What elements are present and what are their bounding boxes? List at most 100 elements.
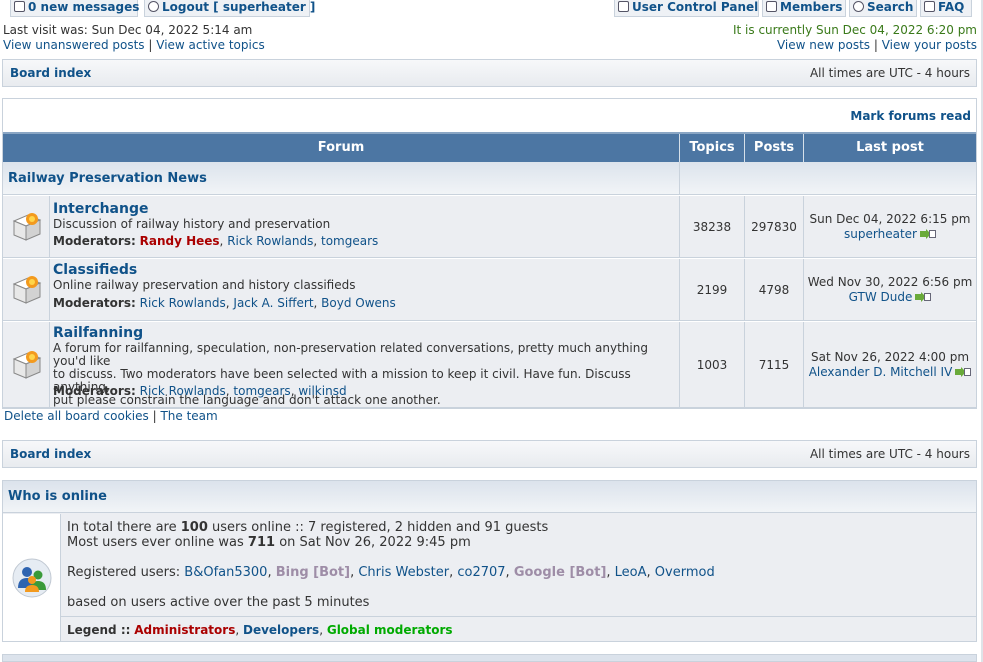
posts-count: 297830: [751, 220, 797, 234]
user-link[interactable]: Bing [Bot]: [276, 565, 350, 580]
separator: |: [148, 38, 153, 52]
user-control-panel-link[interactable]: User Control Panel: [614, 0, 759, 17]
user-link[interactable]: Google [Bot]: [514, 565, 607, 580]
timezone-text: All times are UTC - 4 hours: [809, 66, 970, 80]
members-link[interactable]: Members: [762, 0, 846, 17]
forum-moderators: Moderators: Rick Rowlands, tomgears, wil…: [53, 384, 347, 398]
logout-link[interactable]: Logout [ superheater ]: [144, 0, 315, 17]
current-time-text: It is currently Sun Dec 04, 2022 6:20 pm: [733, 23, 977, 37]
header-last-post: Last post: [856, 140, 924, 155]
category-link[interactable]: Railway Preservation News: [8, 171, 207, 186]
forum-moderators: Moderators: Rick Rowlands, Jack A. Siffe…: [53, 296, 396, 310]
the-team-link[interactable]: The team: [160, 409, 217, 423]
next-panel-edge: [2, 654, 977, 662]
moderator-link[interactable]: Randy Hees: [140, 234, 220, 248]
forum-icon-cell: [3, 322, 49, 407]
header-posts: Posts: [753, 140, 795, 155]
separator: |: [873, 38, 878, 52]
legend-global-moderators-link[interactable]: Global moderators: [327, 623, 453, 637]
total-online-text: In total there are 100 users online :: 7…: [67, 520, 549, 535]
new-messages-link[interactable]: 0 new messages: [10, 0, 139, 17]
user-control-panel-icon: [618, 1, 629, 12]
forum-description: Discussion of railway history and preser…: [53, 217, 331, 231]
moderators-label: Moderators:: [53, 384, 136, 398]
forum-title-link[interactable]: Classifieds: [53, 262, 137, 278]
moderator-link[interactable]: Rick Rowlands: [227, 234, 313, 248]
view-your-posts-link[interactable]: View your posts: [882, 38, 977, 52]
search-icon: [853, 1, 864, 12]
logout-icon: [148, 1, 159, 12]
divider: [679, 162, 680, 195]
forum-title-link[interactable]: Interchange: [53, 201, 148, 217]
envelope-icon: [14, 1, 25, 12]
board-index-link[interactable]: Board index: [10, 447, 91, 461]
user-link[interactable]: Overmod: [655, 565, 715, 580]
user-link[interactable]: LeoA: [615, 565, 647, 580]
go-to-post-icon[interactable]: [955, 367, 972, 377]
view-new-posts-link[interactable]: View new posts: [777, 38, 870, 52]
members-icon: [766, 1, 777, 12]
legend-developers-link[interactable]: Developers: [243, 623, 319, 637]
forum-row: Interchange Discussion of railway histor…: [3, 196, 976, 258]
timezone-text: All times are UTC - 4 hours: [809, 447, 970, 461]
forum-title-link[interactable]: Railfanning: [53, 325, 143, 341]
faq-link[interactable]: FAQ: [920, 0, 972, 17]
forum-row: Railfanning A forum for railfanning, spe…: [3, 322, 976, 408]
moderator-link[interactable]: Boyd Owens: [321, 296, 396, 310]
faq-icon: [924, 1, 935, 12]
top-navigation: 0 new messages Logout [ superheater ] Us…: [0, 0, 983, 18]
last-post-author-link[interactable]: Alexander D. Mitchell IV: [809, 365, 953, 379]
topics-count: 2199: [696, 283, 728, 297]
board-index-link[interactable]: Board index: [10, 66, 91, 80]
posts-count: 7115: [758, 358, 790, 372]
forum-row: Classifieds Online railway preservation …: [3, 259, 976, 321]
forum-info: Interchange Discussion of railway histor…: [49, 196, 679, 257]
last-post-cell: Sat Nov 26, 2022 4:00 pm Alexander D. Mi…: [804, 350, 976, 380]
most-online-text: Most users ever online was 711 on Sat No…: [67, 535, 471, 550]
last-post-author-link[interactable]: superheater: [844, 227, 917, 241]
legend-row: Legend :: Administrators, Developers, Gl…: [61, 616, 976, 641]
moderator-link[interactable]: tomgears: [321, 234, 378, 248]
delete-cookies-link[interactable]: Delete all board cookies: [4, 409, 149, 423]
last-post-cell: Sun Dec 04, 2022 6:15 pm superheater: [804, 212, 976, 242]
forum-info: Classifieds Online railway preservation …: [49, 259, 679, 320]
moderator-link[interactable]: wilkinsd: [298, 384, 346, 398]
forum-icon-cell: [3, 259, 49, 320]
user-link[interactable]: Chris Webster: [358, 565, 449, 580]
last-post-date: Sun Dec 04, 2022 6:15 pm: [809, 212, 971, 226]
moderators-label: Moderators:: [53, 296, 136, 310]
go-to-post-icon[interactable]: [915, 292, 932, 302]
footer-links: Delete all board cookies | The team: [4, 409, 218, 423]
category-row: Railway Preservation News: [3, 162, 976, 195]
moderator-link[interactable]: Rick Rowlands: [140, 384, 226, 398]
view-unanswered-link[interactable]: View unanswered posts: [3, 38, 145, 52]
last-post-author-link[interactable]: GTW Dude: [849, 290, 913, 304]
user-link[interactable]: co2707: [457, 565, 505, 580]
breadcrumb-bar: Board index All times are UTC - 4 hours: [2, 59, 977, 87]
moderator-link[interactable]: Jack A. Siffert: [233, 296, 313, 310]
forum-folder-icon: [12, 276, 42, 304]
active-note-text: based on users active over the past 5 mi…: [67, 595, 370, 610]
mark-forums-read-link[interactable]: Mark forums read: [850, 109, 971, 123]
legend: Legend :: Administrators, Developers, Gl…: [67, 623, 453, 637]
forum-icon-cell: [3, 196, 49, 257]
registered-users-text: Registered users: B&Ofan5300, Bing [Bot]…: [67, 565, 715, 580]
online-icon-cell: [3, 514, 61, 641]
go-to-post-icon[interactable]: [919, 229, 936, 239]
quick-links-right: View new posts | View your posts: [777, 38, 977, 52]
view-active-link[interactable]: View active topics: [156, 38, 264, 52]
forum-description: Online railway preservation and history …: [53, 278, 356, 292]
legend-administrators-link[interactable]: Administrators: [134, 623, 235, 637]
last-post-by: superheater: [804, 227, 976, 242]
forum-folder-icon: [12, 213, 42, 241]
forum-table: Mark forums read Forum Topics Posts Last…: [2, 98, 977, 409]
topics-count: 38238: [692, 220, 732, 234]
moderator-link[interactable]: Rick Rowlands: [140, 296, 226, 310]
user-link[interactable]: B&Ofan5300: [184, 565, 267, 580]
who-is-online-header: Who is online: [3, 481, 976, 513]
forum-folder-icon: [12, 351, 42, 379]
quick-links-left: View unanswered posts | View active topi…: [3, 38, 265, 52]
moderator-link[interactable]: tomgears: [233, 384, 290, 398]
search-link[interactable]: Search: [849, 0, 917, 17]
breadcrumb-bar-bottom: Board index All times are UTC - 4 hours: [2, 440, 977, 468]
